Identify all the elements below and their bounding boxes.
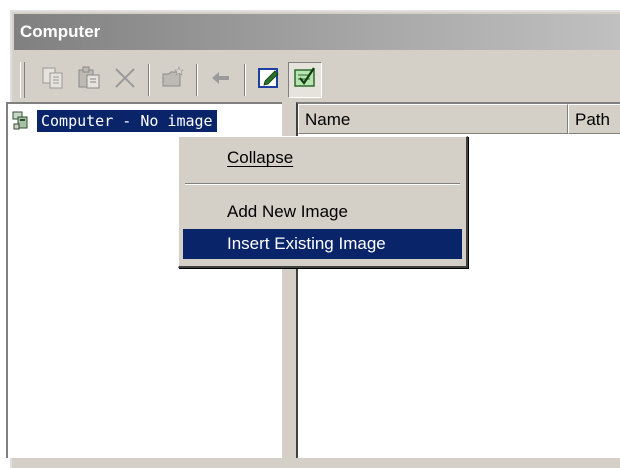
edit-note-icon	[256, 65, 282, 96]
new-folder-button[interactable]	[156, 62, 190, 98]
context-menu: Collapse Add New Image Insert Existing I…	[178, 136, 468, 268]
menu-separator	[185, 183, 460, 185]
paste-button[interactable]	[72, 62, 106, 98]
toolbar-separator	[244, 64, 246, 96]
tree-item-computer[interactable]: Computer - No image	[12, 108, 217, 134]
checklist-button[interactable]	[288, 62, 322, 98]
toolbar	[18, 58, 620, 104]
menu-item-label: Collapse	[227, 148, 294, 167]
toolbar-separator	[196, 64, 198, 96]
delete-button[interactable]	[108, 62, 142, 98]
paste-icon	[76, 65, 102, 96]
edit-button[interactable]	[252, 62, 286, 98]
toolbar-separator	[148, 64, 150, 96]
window-title: Computer	[20, 22, 101, 41]
back-arrow-icon	[208, 65, 234, 96]
menu-item-collapse[interactable]: Collapse	[183, 143, 462, 173]
tree-item-label: Computer - No image	[37, 110, 217, 132]
copy-icon	[40, 65, 66, 96]
new-folder-icon	[160, 65, 186, 96]
back-button[interactable]	[204, 62, 238, 98]
toolbar-grip[interactable]	[20, 62, 25, 98]
menu-item-label: Insert Existing Image	[227, 234, 386, 253]
menu-item-add-new-image[interactable]: Add New Image	[183, 197, 462, 227]
copy-button[interactable]	[36, 62, 70, 98]
column-header-path[interactable]: Path	[568, 104, 620, 134]
menu-item-label: Add New Image	[227, 202, 348, 221]
column-header-name[interactable]: Name	[298, 104, 568, 134]
menu-item-insert-existing-image[interactable]: Insert Existing Image	[183, 229, 462, 259]
computer-icon	[12, 110, 34, 132]
delete-icon	[112, 65, 138, 96]
checklist-icon	[292, 65, 318, 96]
title-bar[interactable]: Computer	[14, 14, 620, 50]
